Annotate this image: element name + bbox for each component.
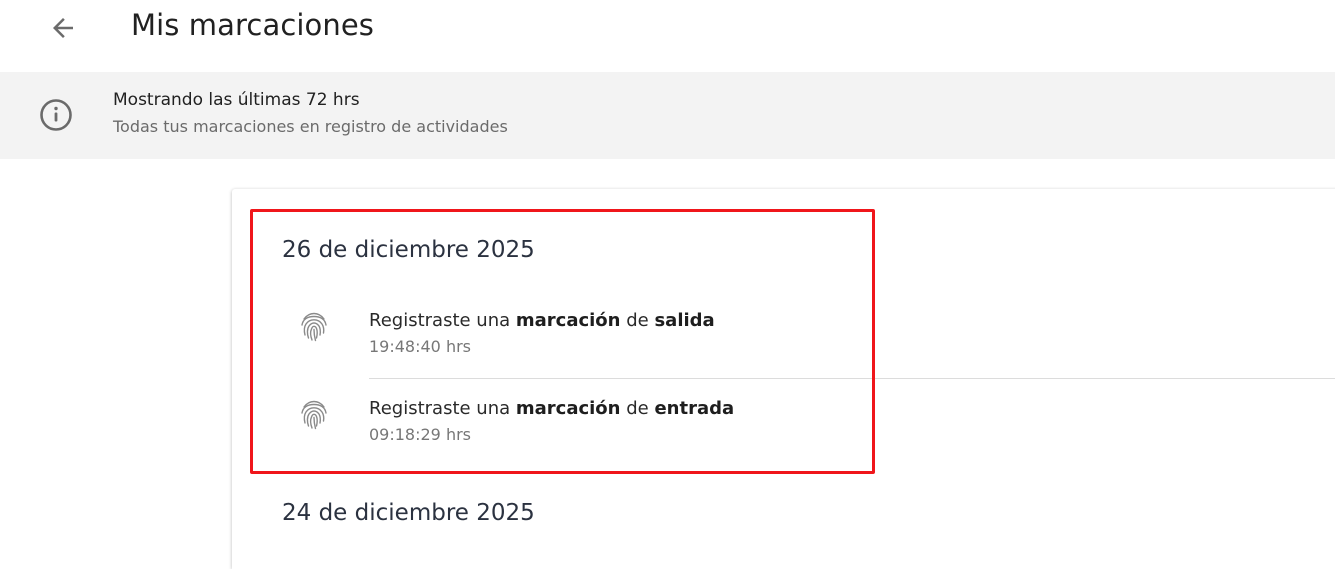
- back-button[interactable]: [44, 10, 82, 46]
- fingerprint-icon: [301, 312, 327, 342]
- info-banner: [0, 72, 1335, 159]
- record-time: 19:48:40 hrs: [369, 337, 471, 356]
- activity-record-exit[interactable]: Registraste una marcación de salida 19:4…: [290, 310, 1335, 382]
- record-divider: [369, 378, 1335, 379]
- record-time: 09:18:29 hrs: [369, 425, 471, 444]
- date-heading: 26 de diciembre 2025: [282, 237, 535, 263]
- app-header: Mis marcaciones: [0, 0, 1335, 72]
- fingerprint-icon: [301, 400, 327, 430]
- info-title: Mostrando las últimas 72 hrs: [113, 90, 360, 110]
- info-circle-icon: [40, 99, 72, 131]
- date-heading: 24 de diciembre 2025: [282, 500, 535, 526]
- activity-record-entry[interactable]: Registraste una marcación de entrada 09:…: [290, 398, 1335, 470]
- record-description: Registraste una marcación de entrada: [369, 398, 735, 419]
- record-description: Registraste una marcación de salida: [369, 310, 715, 331]
- page-title: Mis marcaciones: [131, 8, 375, 42]
- info-subtitle: Todas tus marcaciones en registro de act…: [113, 117, 508, 136]
- arrow-left-icon: [53, 18, 73, 38]
